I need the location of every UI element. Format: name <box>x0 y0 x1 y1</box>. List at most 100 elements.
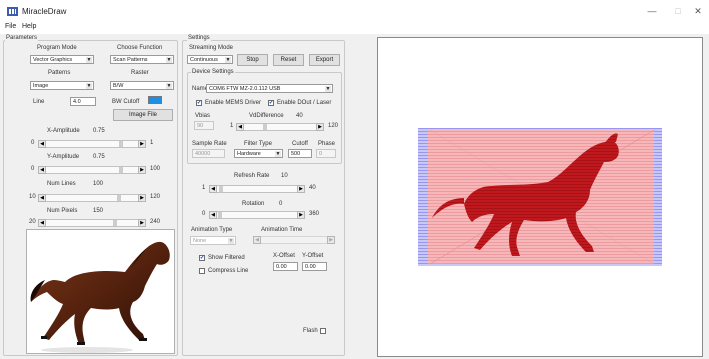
patterns-label: Patterns <box>48 70 71 76</box>
animation-time-slider[interactable]: ◀ ▶ <box>253 236 335 244</box>
compress-line-checkbox[interactable] <box>199 268 205 274</box>
x-amplitude-max: 1 <box>150 140 154 146</box>
program-mode-label: Program Mode <box>37 45 77 51</box>
filter-type-select[interactable]: Hardware ▼ <box>234 149 283 158</box>
title-bar <box>0 0 709 22</box>
animation-type-select[interactable]: None ▼ <box>190 236 236 245</box>
enable-dout-checkbox[interactable]: ✔ <box>268 100 274 106</box>
num-pixels-slider[interactable]: ◀ ▶ <box>38 219 146 227</box>
phase-label: Phase <box>318 141 336 147</box>
scroll-left-icon[interactable]: ◀ <box>209 211 217 219</box>
scroll-left-icon[interactable]: ◀ <box>38 166 46 174</box>
vbias-input[interactable]: 90 <box>194 121 214 130</box>
menu-help[interactable]: Help <box>22 23 36 30</box>
cutoff-label: Cutoff <box>292 141 308 147</box>
scroll-right-icon[interactable]: ▶ <box>138 219 146 227</box>
device-name-select[interactable]: COM6 FTW MZ-2.0.112 USB ▼ <box>206 84 333 93</box>
num-lines-slider[interactable]: ◀ ▶ <box>38 194 146 202</box>
app-icon <box>7 7 18 16</box>
refresh-rate-min: 1 <box>202 185 206 191</box>
patterns-select[interactable]: Image ▼ <box>30 81 94 90</box>
y-amplitude-min: 0 <box>31 166 35 172</box>
num-lines-value: 100 <box>93 181 104 187</box>
slider-thumb[interactable] <box>113 220 117 226</box>
close-button[interactable]: ✕ <box>686 5 709 17</box>
y-offset-input[interactable]: 0.00 <box>302 262 327 271</box>
minimize-button[interactable]: — <box>640 5 664 17</box>
refresh-rate-max: 40 <box>309 185 316 191</box>
refresh-rate-value: 10 <box>281 173 288 179</box>
slider-thumb[interactable] <box>117 195 121 201</box>
rotation-min: 0 <box>202 211 206 217</box>
sample-rate-input[interactable]: 40000 <box>192 149 225 158</box>
scroll-right-icon[interactable]: ▶ <box>138 166 146 174</box>
rotation-value: 0 <box>279 201 283 207</box>
num-lines-max: 120 <box>150 194 161 200</box>
rotation-label: Rotation <box>242 201 265 207</box>
slider-thumb[interactable] <box>119 141 123 147</box>
refresh-rate-label: Refresh Rate <box>234 173 270 179</box>
scroll-right-icon[interactable]: ▶ <box>297 185 305 193</box>
scan-preview-canvas[interactable] <box>377 37 703 357</box>
menu-file[interactable]: File <box>5 23 16 30</box>
settings-group-label: Settings <box>187 35 211 41</box>
streaming-mode-select[interactable]: Continuous ▼ <box>187 55 233 64</box>
image-file-button[interactable]: Image File <box>113 109 173 121</box>
y-amplitude-slider[interactable]: ◀ ▶ <box>38 166 146 174</box>
x-offset-label: X-Offset <box>273 253 295 259</box>
scroll-left-icon[interactable]: ◀ <box>209 185 217 193</box>
slider-thumb[interactable] <box>218 212 222 218</box>
bw-cutoff-label: BW Cutoff <box>112 99 140 105</box>
program-mode-select[interactable]: Vector Graphics ▼ <box>30 55 94 64</box>
scroll-right-icon[interactable]: ▶ <box>138 140 146 148</box>
scroll-left-icon[interactable]: ◀ <box>38 219 46 227</box>
raster-select[interactable]: B/W ▼ <box>110 81 174 90</box>
slider-thumb[interactable] <box>263 124 267 130</box>
vdifference-value: 40 <box>296 113 303 119</box>
reset-button[interactable]: Reset <box>273 54 304 66</box>
line-input[interactable]: 4.0 <box>70 97 96 106</box>
y-offset-label: Y-Offset <box>302 253 324 259</box>
menu-bar <box>0 22 709 34</box>
phase-input[interactable]: 0 <box>316 149 336 158</box>
scroll-left-icon[interactable]: ◀ <box>253 236 261 244</box>
refresh-rate-slider[interactable]: ◀ ▶ <box>209 185 305 193</box>
cutoff-input[interactable]: 500 <box>288 149 312 158</box>
scan-pattern-graphic <box>418 128 662 266</box>
slider-thumb[interactable] <box>219 186 223 192</box>
filter-type-label: Filter Type <box>244 141 272 147</box>
rotation-max: 360 <box>309 211 320 217</box>
scroll-right-icon[interactable]: ▶ <box>297 211 305 219</box>
vdifference-slider[interactable]: ◀ ▶ <box>236 123 324 131</box>
export-button[interactable]: Export <box>309 54 340 66</box>
scroll-left-icon[interactable]: ◀ <box>38 194 46 202</box>
flash-checkbox[interactable] <box>320 328 326 334</box>
streaming-mode-label: Streaming Mode <box>189 45 234 51</box>
animation-time-label: Animation Time <box>261 227 303 233</box>
scroll-right-icon[interactable]: ▶ <box>316 123 324 131</box>
rotation-slider[interactable]: ◀ ▶ <box>209 211 305 219</box>
enable-mems-checkbox[interactable]: ✔ <box>196 100 202 106</box>
vbias-label: Vbias <box>195 113 211 119</box>
num-pixels-label: Num Pixels <box>47 208 78 214</box>
scroll-right-icon[interactable]: ▶ <box>327 236 335 244</box>
chevron-down-icon: ▼ <box>86 57 92 63</box>
bw-cutoff-color-swatch[interactable] <box>148 96 162 104</box>
x-offset-input[interactable]: 0.00 <box>273 262 298 271</box>
window-title: MiracleDraw <box>22 7 67 16</box>
raster-label: Raster <box>131 70 149 76</box>
num-pixels-min: 20 <box>29 219 36 225</box>
scroll-left-icon[interactable]: ◀ <box>38 140 46 148</box>
num-lines-min: 10 <box>29 194 36 200</box>
horse-photo <box>30 241 170 353</box>
stop-button[interactable]: Stop <box>237 54 268 66</box>
slider-thumb[interactable] <box>119 167 123 173</box>
scroll-left-icon[interactable]: ◀ <box>236 123 244 131</box>
x-amplitude-slider[interactable]: ◀ ▶ <box>38 140 146 148</box>
flash-label: Flash <box>303 328 318 334</box>
chevron-down-icon: ▼ <box>166 57 172 63</box>
show-filtered-checkbox[interactable]: ✔ <box>199 255 205 261</box>
choose-function-select[interactable]: Scan Patterns ▼ <box>110 55 174 64</box>
scroll-right-icon[interactable]: ▶ <box>138 194 146 202</box>
chevron-down-icon: ▼ <box>325 86 331 92</box>
